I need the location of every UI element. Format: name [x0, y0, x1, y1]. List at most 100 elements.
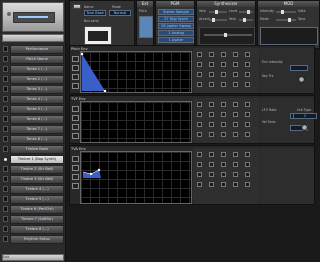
- env-param-cell[interactable]: [209, 62, 214, 67]
- env-param-cell[interactable]: [233, 72, 238, 77]
- out-type-field[interactable]: 1: [293, 113, 317, 119]
- env-node-button[interactable]: [72, 106, 79, 112]
- env-param-cell[interactable]: [221, 52, 226, 57]
- env-param-cell[interactable]: [233, 52, 238, 57]
- env-param-cell[interactable]: [209, 112, 214, 117]
- env-param-cell[interactable]: [221, 182, 226, 187]
- env-param-cell[interactable]: [233, 62, 238, 67]
- env-param-cell[interactable]: [197, 112, 202, 117]
- env-param-cell[interactable]: [197, 72, 202, 77]
- env-param-cell[interactable]: [245, 172, 250, 177]
- pgm-option[interactable]: 1 Analog: [158, 30, 194, 36]
- env-param-cell[interactable]: [197, 62, 202, 67]
- env-param-cell[interactable]: [245, 152, 250, 157]
- env-param-cell[interactable]: [233, 112, 238, 117]
- program-item[interactable]: Tones 3 (...): [10, 85, 64, 94]
- env-param-cell[interactable]: [209, 132, 214, 137]
- env-param-cell[interactable]: [233, 182, 238, 187]
- program-item[interactable]: Tones 2 (...): [10, 75, 64, 84]
- env-param-cell[interactable]: [221, 72, 226, 77]
- env-param-cell[interactable]: [209, 122, 214, 127]
- env-param-cell[interactable]: [209, 172, 214, 177]
- env-node-button[interactable]: [72, 165, 79, 171]
- env-param-cell[interactable]: [245, 122, 250, 127]
- header-pad[interactable]: [2, 34, 64, 42]
- ext-slot[interactable]: [139, 16, 153, 38]
- program-item[interactable]: Timbre 7 (SoftStr): [10, 215, 64, 224]
- env-param-cell[interactable]: [197, 132, 202, 137]
- program-item[interactable]: Timbre 2 (Str Bell): [10, 165, 64, 174]
- env-node-button[interactable]: [72, 115, 79, 121]
- env-param-cell[interactable]: [221, 162, 226, 167]
- env-node-button[interactable]: [72, 183, 79, 189]
- mode-select[interactable]: Normal: [109, 10, 131, 16]
- program-item[interactable]: Timbre 5 (...): [10, 195, 64, 204]
- env-param-cell[interactable]: [197, 52, 202, 57]
- tvf-env-graph[interactable]: [72, 101, 192, 143]
- program-item[interactable]: Timbre 4 (...): [10, 185, 64, 194]
- env-param-cell[interactable]: [233, 102, 238, 107]
- env-node-button[interactable]: [72, 56, 79, 62]
- env-node-button[interactable]: [72, 83, 79, 89]
- env-param-cell[interactable]: [233, 162, 238, 167]
- program-item[interactable]: Timbre 8 (...): [10, 225, 64, 234]
- program-item[interactable]: Performance: [10, 45, 64, 54]
- env-param-cell[interactable]: [221, 102, 226, 107]
- env-param-cell[interactable]: [221, 172, 226, 177]
- pitch-env-graph[interactable]: [72, 51, 192, 93]
- env-param-cell[interactable]: [221, 132, 226, 137]
- env-node-button[interactable]: [72, 65, 79, 71]
- program-item[interactable]: Timbre 3 (Str Bell): [10, 175, 64, 184]
- env-param-cell[interactable]: [221, 82, 226, 87]
- env-param-cell[interactable]: [233, 152, 238, 157]
- program-item[interactable]: Timbre 1 (Bap Synth): [10, 155, 64, 164]
- program-item[interactable]: Tones 1 (...): [10, 65, 64, 74]
- env-param-cell[interactable]: [197, 162, 202, 167]
- velo2-slider[interactable]: [239, 18, 253, 22]
- program-item[interactable]: Tones 5 (...): [10, 105, 64, 114]
- env-param-cell[interactable]: [197, 122, 202, 127]
- env-param-cell[interactable]: [233, 122, 238, 127]
- env-param-cell[interactable]: [209, 162, 214, 167]
- env-param-cell[interactable]: [221, 122, 226, 127]
- env-node-button[interactable]: [72, 156, 79, 162]
- env-param-cell[interactable]: [245, 82, 250, 87]
- env-param-cell[interactable]: [233, 82, 238, 87]
- pgm-option[interactable]: 28 Jupiter Sweep: [158, 23, 194, 29]
- velo-slider[interactable]: [209, 10, 227, 14]
- env-param-cell[interactable]: [245, 52, 250, 57]
- env-param-cell[interactable]: [209, 182, 214, 187]
- program-item[interactable]: Tones 8 (...): [10, 135, 64, 144]
- mod-slider-1[interactable]: [276, 10, 296, 14]
- env-param-cell[interactable]: [221, 62, 226, 67]
- env-node-button[interactable]: [72, 174, 79, 180]
- tva-env-graph[interactable]: [72, 151, 192, 204]
- pgm-option[interactable]: 27 Digi Synth: [158, 16, 194, 22]
- out-type-knob[interactable]: [301, 124, 308, 131]
- tone-icon[interactable]: [73, 4, 81, 9]
- program-item[interactable]: Rhythm Setup: [10, 235, 64, 244]
- program-item[interactable]: Tones 6 (...): [10, 115, 64, 124]
- tone-name-field[interactable]: Tone Base: [84, 10, 106, 16]
- env-param-cell[interactable]: [245, 112, 250, 117]
- env-param-cell[interactable]: [197, 102, 202, 107]
- pgm-option[interactable]: Stereo Sample: [158, 9, 194, 15]
- env-node-button[interactable]: [72, 74, 79, 80]
- env-param-cell[interactable]: [245, 102, 250, 107]
- env-param-cell[interactable]: [197, 82, 202, 87]
- level-slider[interactable]: [239, 10, 253, 14]
- env-param-cell[interactable]: [209, 82, 214, 87]
- key-trk-knob[interactable]: [298, 76, 305, 83]
- env-param-cell[interactable]: [209, 72, 214, 77]
- env-param-cell[interactable]: [221, 152, 226, 157]
- env-param-cell[interactable]: [245, 182, 250, 187]
- accent-slider[interactable]: [209, 18, 227, 22]
- program-item[interactable]: Tones 4 (...): [10, 95, 64, 104]
- env-param-cell[interactable]: [245, 132, 250, 137]
- env-param-cell[interactable]: [221, 112, 226, 117]
- env-param-cell[interactable]: [209, 52, 214, 57]
- env-param-cell[interactable]: [245, 72, 250, 77]
- env-param-cell[interactable]: [209, 102, 214, 107]
- env-param-cell[interactable]: [245, 62, 250, 67]
- program-item[interactable]: Timbre Bank: [10, 145, 64, 154]
